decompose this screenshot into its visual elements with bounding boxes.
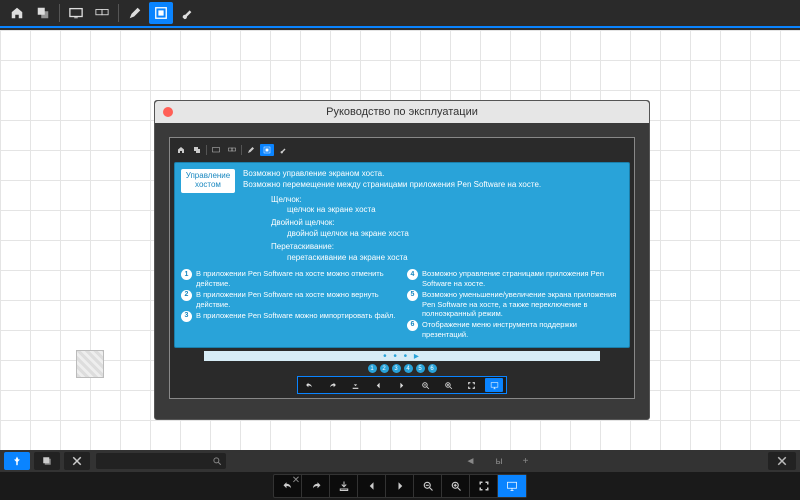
num-badge: 4 xyxy=(407,269,418,280)
page-dot[interactable]: 4 xyxy=(404,364,413,373)
bottom-control-bar: ✕ xyxy=(0,472,800,500)
pager: ◄ ы + xyxy=(226,456,768,467)
num-badge: 1 xyxy=(181,269,192,280)
page-dot[interactable]: 6 xyxy=(428,364,437,373)
pen-icon[interactable] xyxy=(123,2,147,24)
zoom-out-icon[interactable] xyxy=(416,378,434,392)
inner-control-bar xyxy=(297,376,507,394)
screen-icon[interactable] xyxy=(64,2,88,24)
num-badge: 6 xyxy=(407,320,418,331)
page-dot[interactable]: 3 xyxy=(392,364,401,373)
gesture-row: Двойной щелчок: двойной щелчок на экране… xyxy=(271,218,623,240)
close-icon[interactable] xyxy=(64,452,90,470)
brush-icon[interactable] xyxy=(175,2,199,24)
mini-monitors-icon[interactable] xyxy=(225,144,239,156)
page-dot[interactable]: 5 xyxy=(416,364,425,373)
info-panel: Управление хостом Возможно управление эк… xyxy=(174,162,630,348)
mini-screen-icon[interactable] xyxy=(209,144,223,156)
page-dots: 1 2 3 4 5 6 xyxy=(174,364,630,373)
gesture-row: Перетаскивание: перетаскивание на экране… xyxy=(271,242,623,264)
monitors-icon[interactable] xyxy=(90,2,114,24)
presentation-menu-icon[interactable] xyxy=(498,475,526,497)
import-icon[interactable] xyxy=(347,378,365,392)
overlay-icon[interactable] xyxy=(149,2,173,24)
mini-brush-icon[interactable] xyxy=(276,144,290,156)
zoom-in-icon[interactable] xyxy=(439,378,457,392)
inner-app-frame: Управление хостом Возможно управление эк… xyxy=(169,137,635,399)
pin-icon[interactable] xyxy=(4,452,30,470)
mini-pen-icon[interactable] xyxy=(244,144,258,156)
pager-add-icon[interactable]: + xyxy=(523,456,529,467)
desc-line: Возможно перемещение между страницами пр… xyxy=(243,180,623,191)
prev-page-icon[interactable] xyxy=(358,475,386,497)
zoom-out-icon[interactable] xyxy=(414,475,442,497)
prev-page-icon[interactable] xyxy=(370,378,388,392)
window-title: Руководство по эксплуатации xyxy=(155,106,649,118)
mini-home-icon[interactable] xyxy=(174,144,188,156)
fullscreen-icon[interactable] xyxy=(470,475,498,497)
search-input[interactable] xyxy=(96,453,226,469)
mini-overlay-icon[interactable] xyxy=(260,144,274,156)
search-icon xyxy=(212,456,222,466)
host-control-label: Управление хостом xyxy=(181,169,235,193)
pager-prev-icon[interactable]: ◄ xyxy=(466,456,476,467)
separator xyxy=(59,4,60,22)
numbered-col-right: 4Возможно управление страницами приложен… xyxy=(407,269,623,341)
pager-sep: ы xyxy=(495,456,502,467)
mini-close-icon[interactable]: ✕ xyxy=(285,472,307,488)
arrow-strip: • • • ▸ xyxy=(204,351,600,361)
layers-icon[interactable] xyxy=(31,2,55,24)
page-dot[interactable]: 2 xyxy=(380,364,389,373)
desc-line: Возможно управление экраном хоста. xyxy=(243,169,623,180)
canvas-grid[interactable]: Руководство по эксплуатации Управление х… xyxy=(0,30,800,450)
presentation-menu-icon[interactable] xyxy=(485,378,503,392)
window-titlebar[interactable]: Руководство по эксплуатации xyxy=(155,101,649,123)
page-dot[interactable]: 1 xyxy=(368,364,377,373)
separator xyxy=(118,4,119,22)
fullscreen-icon[interactable] xyxy=(462,378,480,392)
stack-icon[interactable] xyxy=(34,452,60,470)
undo-icon[interactable] xyxy=(301,378,319,392)
num-badge: 5 xyxy=(407,290,418,301)
redo-icon[interactable] xyxy=(324,378,342,392)
top-toolbar xyxy=(0,0,800,28)
zoom-in-icon[interactable] xyxy=(442,475,470,497)
bottom-toolbar: ◄ ы + xyxy=(0,450,800,472)
next-page-icon[interactable] xyxy=(393,378,411,392)
num-badge: 2 xyxy=(181,290,192,301)
import-icon[interactable] xyxy=(330,475,358,497)
next-page-icon[interactable] xyxy=(386,475,414,497)
numbered-col-left: 1В приложении Pen Software на хосте можн… xyxy=(181,269,397,341)
gesture-row: Щелчок: щелчок на экране хоста xyxy=(271,195,623,217)
mini-layers-icon[interactable] xyxy=(190,144,204,156)
num-badge: 3 xyxy=(181,311,192,322)
manual-window: Руководство по эксплуатации Управление х… xyxy=(154,100,650,420)
close-button[interactable] xyxy=(768,452,796,470)
mini-toolbar xyxy=(174,142,630,158)
home-icon[interactable] xyxy=(5,2,29,24)
page-thumbnail[interactable] xyxy=(76,350,104,378)
